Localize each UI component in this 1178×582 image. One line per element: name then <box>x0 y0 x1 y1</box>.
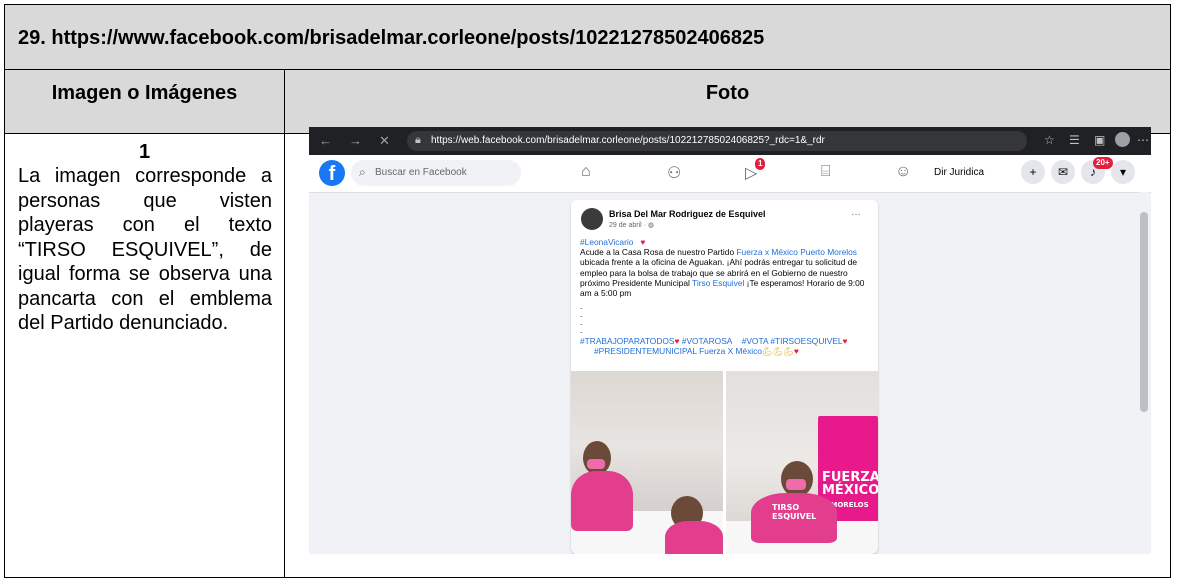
marketplace-icon[interactable]: ⌸ <box>821 163 831 181</box>
profile-name[interactable]: Dir Juridica <box>934 167 984 178</box>
title-row: 29. https://www.facebook.com/brisadelmar… <box>5 5 1170 70</box>
address-bar[interactable]: 🔒︎ https://web.facebook.com/brisadelmar.… <box>407 131 1027 151</box>
messenger-icon[interactable]: ✉ <box>1051 160 1075 184</box>
header-row: Imagen o Imágenes Foto <box>5 70 1170 134</box>
hashtag-presidente[interactable]: #PRESIDENTEMUNICIPAL Fuerza X México <box>594 346 762 356</box>
hashtag-votarosa[interactable]: #VOTAROSA <box>682 336 733 346</box>
pink-shirt-shape <box>665 521 723 554</box>
post-body: #LeonaVicario ♥ Acude a la Casa Rosa de … <box>580 237 870 357</box>
collections-icon[interactable]: ▣ <box>1094 133 1105 147</box>
search-placeholder: Buscar en Facebook <box>375 167 467 178</box>
face-mask-shape <box>587 459 605 469</box>
pink-shirt-shape <box>571 471 633 531</box>
face-mask-shape <box>786 479 806 490</box>
more-icon[interactable]: ⋯ <box>1137 133 1149 147</box>
forward-icon[interactable]: → <box>349 133 362 148</box>
link-tirso-esquivel[interactable]: Tirso Esquivel <box>692 278 744 288</box>
post-options-icon[interactable]: ··· <box>851 209 861 220</box>
post-photo-right[interactable]: FUERZA MÉXICO O MORELOS TIRSO ESQUIVEL <box>726 371 878 554</box>
browser-toolbar: ← → ✕ 🔒︎ https://web.facebook.com/brisad… <box>309 127 1151 155</box>
heart-icon: ♥ <box>842 336 848 347</box>
home-icon[interactable]: ⌂ <box>581 163 591 181</box>
post-date[interactable]: 29 de abril · ◍ <box>609 221 654 229</box>
create-icon[interactable]: + <box>1021 160 1045 184</box>
hashtag-trabajo[interactable]: #TRABAJOPARATODOS <box>580 336 674 346</box>
account-menu-icon[interactable]: ▾ <box>1111 160 1135 184</box>
back-icon[interactable]: ← <box>319 133 332 148</box>
facebook-screenshot: ← → ✕ 🔒︎ https://web.facebook.com/brisad… <box>309 127 1151 554</box>
post-author[interactable]: Brisa Del Mar Rodriguez de Esquivel <box>609 209 766 219</box>
public-globe-icon: ◍ <box>647 222 655 229</box>
close-icon[interactable]: ✕ <box>379 133 390 149</box>
groups-icon[interactable]: ☺ <box>895 163 911 181</box>
hashtags-line-1: #TRABAJOPARATODOS♥ #VOTAROSA #VOTA #TIRS… <box>580 336 870 346</box>
page-scrollbar[interactable] <box>1139 192 1149 554</box>
profile-avatar-icon[interactable] <box>1115 132 1130 147</box>
lock-icon: 🔒︎ <box>415 134 421 146</box>
heart-icon: ♥ <box>793 346 799 357</box>
post-text-1: Acude a la Casa Rosa de nuestro Partido <box>580 247 737 258</box>
post-date-text: 29 de abril · <box>609 222 648 229</box>
hashtag-leonavicario[interactable]: #LeonaVicario <box>580 237 633 247</box>
row-number: 1 <box>138 141 151 163</box>
search-icon: ⌕ <box>359 165 366 179</box>
header-divider <box>284 70 285 134</box>
facebook-post: Brisa Del Mar Rodriguez de Esquivel 29 d… <box>571 200 878 554</box>
hashtag-vota-tirso[interactable]: #VOTA #TIRSOESQUIVEL <box>742 336 843 346</box>
dot-separator: .... <box>580 301 583 336</box>
facebook-logo-icon[interactable]: f <box>319 160 345 186</box>
link-fuerza-mexico[interactable]: Fuerza x México Puerto Morelos <box>736 247 857 257</box>
document-title: 29. https://www.facebook.com/brisadelmar… <box>18 27 765 49</box>
header-photo: Foto <box>705 82 750 104</box>
author-avatar[interactable] <box>581 208 603 230</box>
shirt-text: TIRSO ESQUIVEL <box>772 503 817 521</box>
flexed-arm-icons: 💪︎💪︎💪︎ <box>762 346 794 357</box>
person-head-shape <box>583 441 611 475</box>
hashtags-line-2: #PRESIDENTEMUNICIPAL Fuerza X México💪︎💪︎… <box>580 346 870 356</box>
column-divider <box>284 70 285 577</box>
banner-text: FUERZA MÉXICO <box>822 470 878 498</box>
heart-icon: ♥ <box>674 336 680 347</box>
address-url: https://web.facebook.com/brisadelmar.cor… <box>431 135 825 146</box>
notifications-badge: 20+ <box>1093 157 1113 169</box>
header-images: Imagen o Imágenes <box>51 82 238 104</box>
read-aloud-icon[interactable]: ☆ <box>1044 133 1055 147</box>
facebook-search[interactable]: ⌕ Buscar en Facebook <box>351 160 521 186</box>
scrollbar-thumb[interactable] <box>1140 212 1148 412</box>
post-photo-left[interactable] <box>571 371 723 554</box>
favorites-icon[interactable]: ☰ <box>1069 133 1080 147</box>
facebook-topbar: f ⌕ Buscar en Facebook ⌂ ⚇ ▷ 1 ⌸ ☺ Dir J… <box>309 155 1151 193</box>
watch-badge: 1 <box>755 158 766 170</box>
heart-icon: ♥ <box>635 237 646 247</box>
image-description: La imagen corresponde a personas que vis… <box>18 165 272 334</box>
friends-icon[interactable]: ⚇ <box>667 163 681 183</box>
